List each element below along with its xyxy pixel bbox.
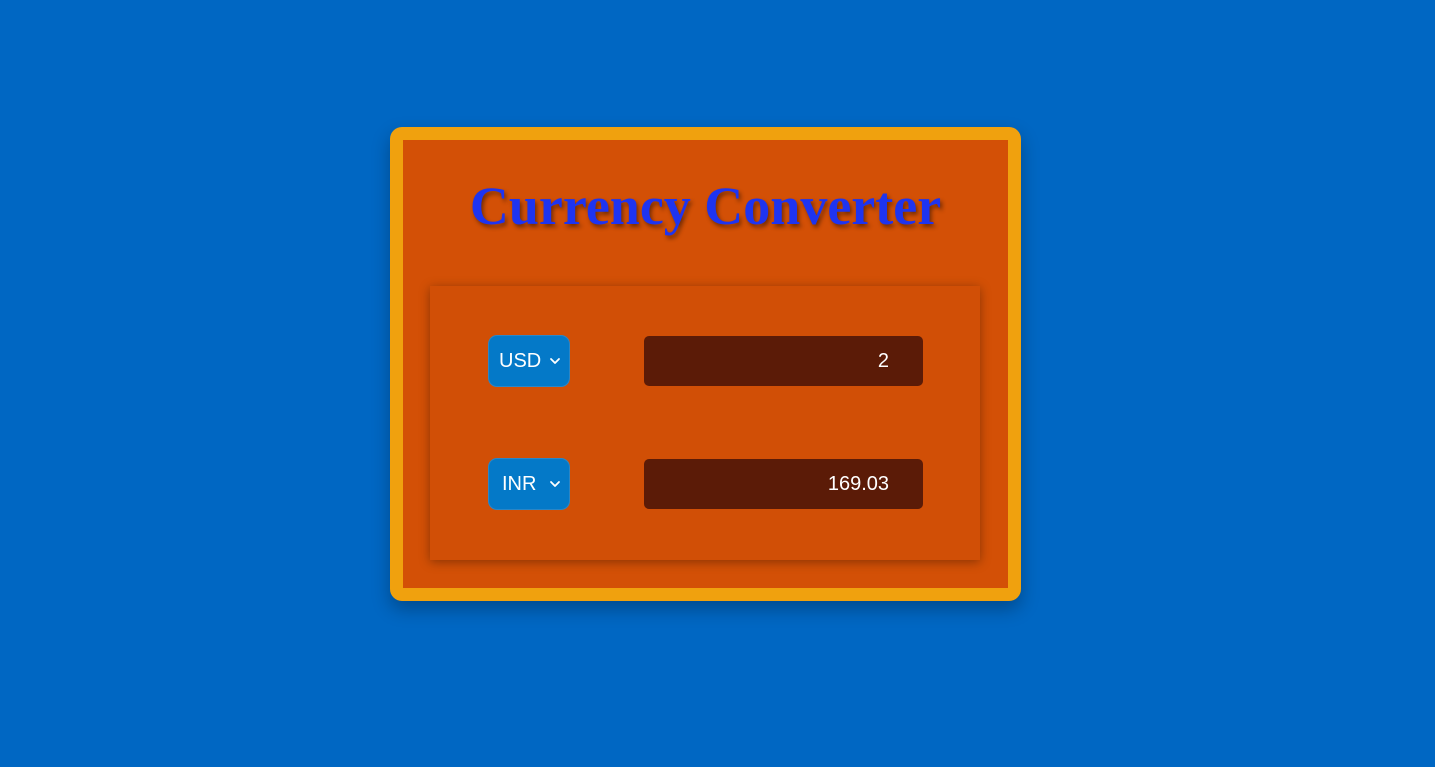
to-amount-output[interactable]	[644, 459, 923, 509]
to-currency-select[interactable]: INR	[488, 458, 570, 510]
chevron-down-icon	[550, 481, 560, 487]
chevron-down-icon	[550, 358, 560, 364]
from-currency-label: USD	[499, 349, 542, 372]
from-amount-input[interactable]	[644, 336, 923, 386]
converter-panel: USD INR	[430, 286, 980, 560]
to-row: INR	[430, 458, 980, 510]
from-currency-select[interactable]: USD	[488, 335, 570, 387]
page-title: Currency Converter	[469, 176, 942, 236]
from-row: USD	[430, 335, 980, 387]
converter-card: Currency Converter USD INR	[390, 127, 1021, 601]
to-currency-label: INR	[502, 472, 537, 495]
